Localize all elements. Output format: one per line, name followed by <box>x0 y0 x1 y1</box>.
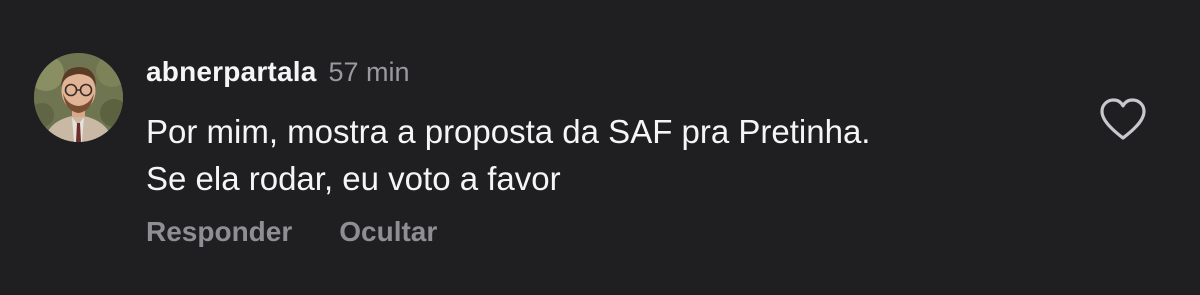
comment-text-line: Por mim, mostra a proposta da SAF pra Pr… <box>146 113 871 150</box>
comment-text-line: Se ela rodar, eu voto a favor <box>146 160 561 197</box>
avatar-photo <box>34 53 123 142</box>
username[interactable]: abnerpartala <box>146 56 316 88</box>
hide-button[interactable]: Ocultar <box>339 216 437 248</box>
avatar[interactable] <box>34 53 123 142</box>
reply-button[interactable]: Responder <box>146 216 292 248</box>
comment-actions: Responder Ocultar <box>146 216 484 248</box>
comment-item: abnerpartala 57 min Por mim, mostra a pr… <box>0 0 1200 295</box>
timestamp: 57 min <box>328 57 410 87</box>
heart-icon[interactable] <box>1098 96 1148 142</box>
comment-header: abnerpartala 57 min <box>146 56 410 96</box>
comment-text: Por mim, mostra a proposta da SAF pra Pr… <box>146 108 1086 202</box>
